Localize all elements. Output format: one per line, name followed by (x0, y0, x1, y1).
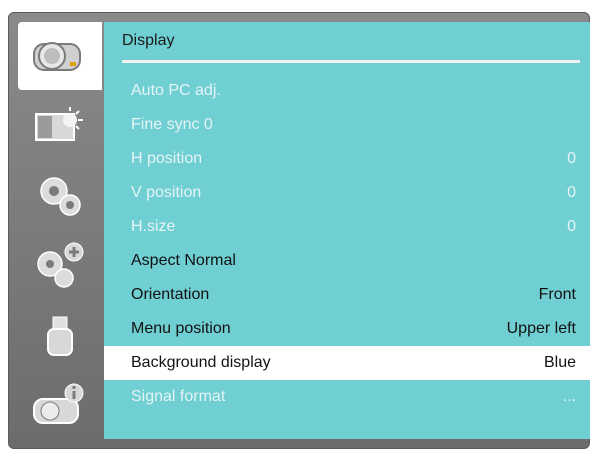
menu-item-h-position[interactable]: H position 0 (104, 142, 590, 176)
menu-item-value: 0 (567, 218, 576, 235)
menu-item-auto-pc-adj[interactable]: Auto PC adj. (104, 74, 590, 108)
menu-item-label: H.size (131, 218, 176, 235)
gears-icon[interactable] (18, 162, 102, 230)
menu-item-orientation[interactable]: Orientation Front (104, 278, 590, 312)
menu-item-label: Background display (131, 354, 271, 371)
menu-item-value: Upper left (506, 320, 576, 337)
usb-icon[interactable] (18, 302, 102, 370)
menu-item-value: 0 (567, 184, 576, 201)
menu-title: Display (122, 32, 175, 49)
menu-item-signal-format[interactable]: Signal format ... (104, 380, 590, 414)
menu-item-background-display[interactable]: Background display Blue (104, 346, 590, 380)
title-divider (122, 60, 580, 63)
menu-item-v-position[interactable]: V position 0 (104, 176, 590, 210)
menu-item-fine-sync[interactable]: Fine sync 0 (104, 108, 590, 142)
picture-brightness-icon[interactable] (18, 92, 102, 160)
menu-item-value: ... (562, 388, 576, 405)
gears-plus-icon[interactable] (18, 232, 102, 300)
menu-item-h-size[interactable]: H.size 0 (104, 210, 590, 244)
menu-item-menu-position[interactable]: Menu position Upper left (104, 312, 590, 346)
menu-sidebar (18, 22, 102, 439)
menu-panel: Display Auto PC adj. Fine sync 0 H posit… (104, 22, 590, 439)
menu-item-aspect[interactable]: Aspect Normal (104, 244, 590, 278)
menu-item-label: Auto PC adj. (131, 82, 221, 99)
projector-icon[interactable] (18, 22, 102, 90)
menu-item-value: Front (538, 286, 576, 303)
menu-item-label: V position (131, 184, 202, 201)
menu-item-label: H position (131, 150, 203, 167)
projector-info-icon[interactable] (18, 372, 102, 440)
menu-item-value: Blue (543, 354, 576, 371)
menu-item-label: Signal format (131, 388, 226, 405)
menu-item-value: 0 (567, 150, 576, 167)
menu-item-label: Orientation (131, 286, 210, 303)
menu-item-label: Menu position (131, 320, 231, 337)
menu-item-label: Aspect Normal (131, 252, 236, 269)
menu-item-label: Fine sync 0 (131, 116, 213, 133)
